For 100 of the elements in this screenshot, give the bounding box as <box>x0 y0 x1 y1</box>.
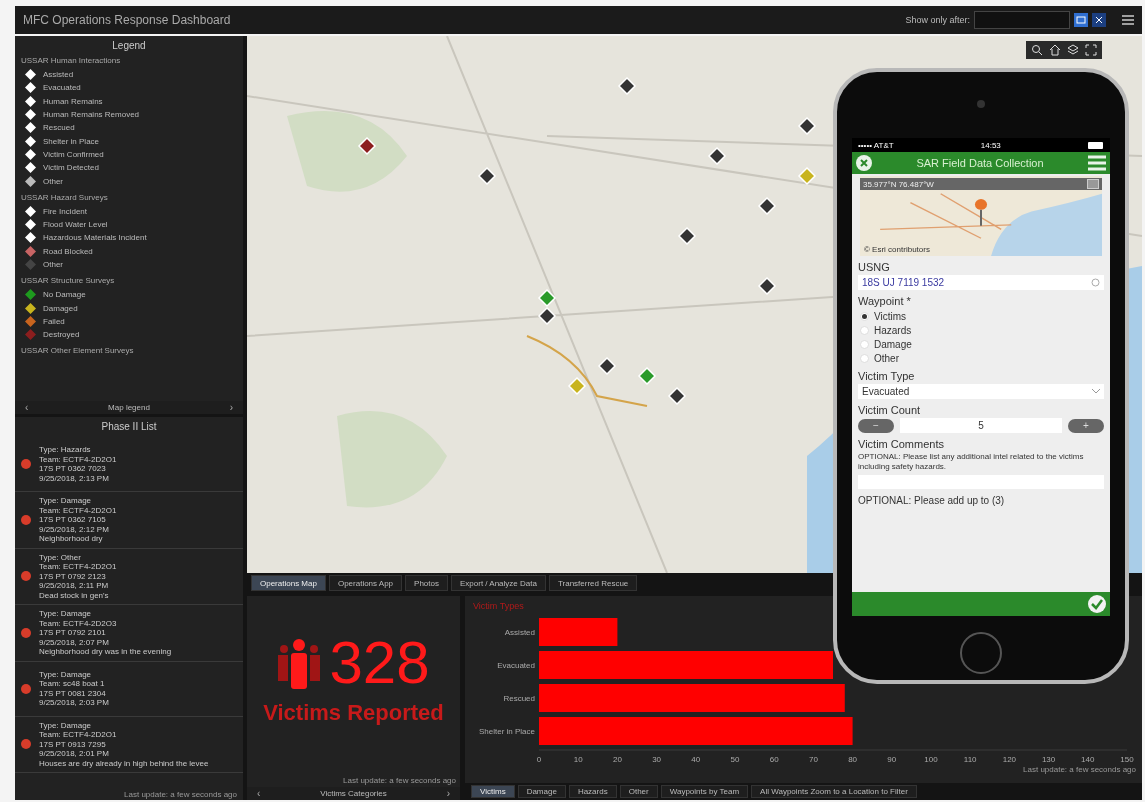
item-text: Houses are dry already in high behind the levee <box>39 758 209 768</box>
item-text: 17S PT 0081 2304 <box>39 688 107 698</box>
update-note: Last update: a few seconds ago <box>123 789 238 800</box>
legend-label: No Damage <box>43 290 86 300</box>
submit-icon[interactable] <box>1088 595 1106 613</box>
item-text: 17S PT 0362 7023 <box>39 464 107 474</box>
item-text: Neighborhood dry <box>39 534 104 544</box>
tick-label: 40 <box>691 755 701 764</box>
category-label: Assisted <box>504 628 535 637</box>
indicator-label: Victims Reported <box>262 700 445 726</box>
next-button[interactable]: › <box>225 402 237 413</box>
clear-button[interactable] <box>1092 13 1106 27</box>
item-text: Team: ECTF4-2D2O1 <box>39 505 117 515</box>
tick-label: 130 <box>1041 755 1056 764</box>
tick-label: 100 <box>924 755 938 764</box>
chart-tab[interactable]: Other <box>619 785 658 798</box>
footer-label: Victims Categories <box>320 789 387 798</box>
category-label: Rescued <box>503 694 535 703</box>
item-text: Dead stock in gen's <box>39 590 110 600</box>
tick-label: 10 <box>573 755 583 764</box>
status-dot-icon <box>21 459 31 469</box>
filter-label: Show only after: <box>905 15 970 25</box>
map-tab[interactable]: Export / Analyze Data <box>451 575 546 591</box>
item-text: Team: sc48 boat 1 <box>39 679 106 689</box>
status-dot-icon <box>21 739 31 750</box>
panel-title: Legend <box>111 39 147 53</box>
item-text: Team: ECTF4-2D2O3 <box>39 618 118 628</box>
tick-label: 70 <box>808 755 818 764</box>
legend-label: Other <box>43 260 63 269</box>
map-tab[interactable]: Operations Map <box>251 575 326 591</box>
legend-heading: USSAR Hazard Surveys <box>21 192 109 202</box>
item-text: 9/25/2018, 2:03 PM <box>39 698 109 708</box>
status-dot-icon <box>21 627 31 638</box>
chart-tab[interactable]: Victims <box>471 785 515 798</box>
item-text: Team: ECTF4-2D2O1 <box>39 562 117 572</box>
legend-label: Fire Incident <box>43 206 88 216</box>
legend-label: Shelter in Place <box>43 136 100 146</box>
tick-label: 0 <box>536 755 542 764</box>
item-text: Type: Damage <box>39 669 93 679</box>
category-label: Shelter in Place <box>478 727 535 736</box>
item-text: Type: Damage <box>39 496 93 506</box>
list-item[interactable]: Type: Damage Team: sc48 boat 1 17S PT 0081 2304 9/25/2018, 2:03 PM <box>15 661 243 717</box>
legend-label: Other <box>43 176 63 186</box>
chart-tab[interactable]: All Waypoints Zoom to a Location to Filter <box>751 785 917 798</box>
calendar-icon <box>1076 16 1086 24</box>
item-text: 9/25/2018, 2:07 PM <box>39 637 110 647</box>
tick-label: 30 <box>652 755 662 764</box>
item-text: Type: Other <box>39 552 82 562</box>
item-text: Neighborhood dry was in the evening <box>39 647 172 657</box>
menu-icon[interactable] <box>1122 15 1134 25</box>
legend-heading: USSAR Human Interactions <box>21 56 122 65</box>
map-tab[interactable]: Photos <box>405 575 448 591</box>
previous-button[interactable]: ‹ <box>253 788 265 799</box>
update-note: Last update: a few seconds ago <box>342 775 457 787</box>
legend-label: Victim Confirmed <box>43 149 104 159</box>
date-field[interactable] <box>974 11 1070 29</box>
tick-label: 140 <box>1081 755 1095 764</box>
panel-title: Phase II List <box>100 420 158 434</box>
chart-tab[interactable]: Waypoints by Team <box>660 785 749 798</box>
item-text: Team: ECTF4-2D2O1 <box>39 730 118 740</box>
item-text: 9/25/2018, 2:01 PM <box>39 749 110 759</box>
legend-label: Road Blocked <box>43 246 93 256</box>
category-label: Evacuated <box>497 661 535 670</box>
legend-label: Flood Water Level <box>43 220 108 230</box>
item-text: 17S PT 0362 7105 <box>39 515 107 525</box>
legend-label: Damaged <box>43 303 78 313</box>
status-dot-icon <box>21 514 31 525</box>
legend-label: Assisted <box>43 70 74 80</box>
tick-label: 150 <box>1120 755 1134 764</box>
previous-button[interactable]: ‹ <box>21 402 33 413</box>
map-tab[interactable]: Operations App <box>328 575 403 591</box>
home-button[interactable] <box>960 632 1002 674</box>
item-text: 17S PT 0792 2101 <box>39 628 107 638</box>
list-item[interactable]: Type: Damage Team: ECTF4-2D2O1 17S PT 0362 7105 9/25/2018, 2:12 PM Neighborhood dry <box>15 492 243 549</box>
footer-label: Map legend <box>108 403 150 412</box>
item-text: 17S PT 0913 7295 <box>39 739 107 749</box>
legend-label: Failed <box>43 316 65 326</box>
next-button[interactable]: › <box>442 788 454 799</box>
legend-label: Human Remains <box>43 96 103 106</box>
item-text: Type: Hazards <box>39 445 92 455</box>
list-item[interactable]: Type: Other Team: ECTF4-2D2O1 17S PT 0792 2123 9/25/2018, 2:11 PM Dead stock in gen's <box>15 548 243 605</box>
list-item[interactable]: Type: Damage Team: ECTF4-2D2O3 17S PT 0792 2101 9/25/2018, 2:07 PM Neighborhood dry was in the evening <box>15 605 243 662</box>
item-text: Type: Damage <box>39 609 93 619</box>
chart-tab[interactable]: Hazards <box>568 785 617 798</box>
list-item[interactable]: Type: Hazards Team: ECTF4-2D2O1 17S PT 0362 7023 9/25/2018, 2:13 PM <box>15 437 243 492</box>
legend-label: Destroyed <box>43 330 80 340</box>
tick-label: 60 <box>769 755 779 764</box>
status-dot-icon <box>21 683 31 694</box>
list-item[interactable]: Type: Damage Team: ECTF4-2D2O1 17S PT 0913 7295 9/25/2018, 2:01 PM Houses are dry already in high behind the levee <box>15 716 243 773</box>
map-tab[interactable]: Transferred Rescue <box>548 575 638 591</box>
legend-label: Evacuated <box>43 83 81 93</box>
legend-label: Victim Detected <box>43 163 99 173</box>
tick-label: 110 <box>963 755 977 764</box>
victim-count: 328 <box>329 632 430 694</box>
tick-label: 50 <box>730 755 740 764</box>
item-text: 9/25/2018, 2:12 PM <box>39 524 110 534</box>
chart-tab[interactable]: Damage <box>517 785 566 798</box>
legend-label: Rescued <box>43 123 75 133</box>
item-text: Team: ECTF4-2D2O1 <box>39 454 117 464</box>
item-text: 9/25/2018, 2:13 PM <box>39 473 110 483</box>
